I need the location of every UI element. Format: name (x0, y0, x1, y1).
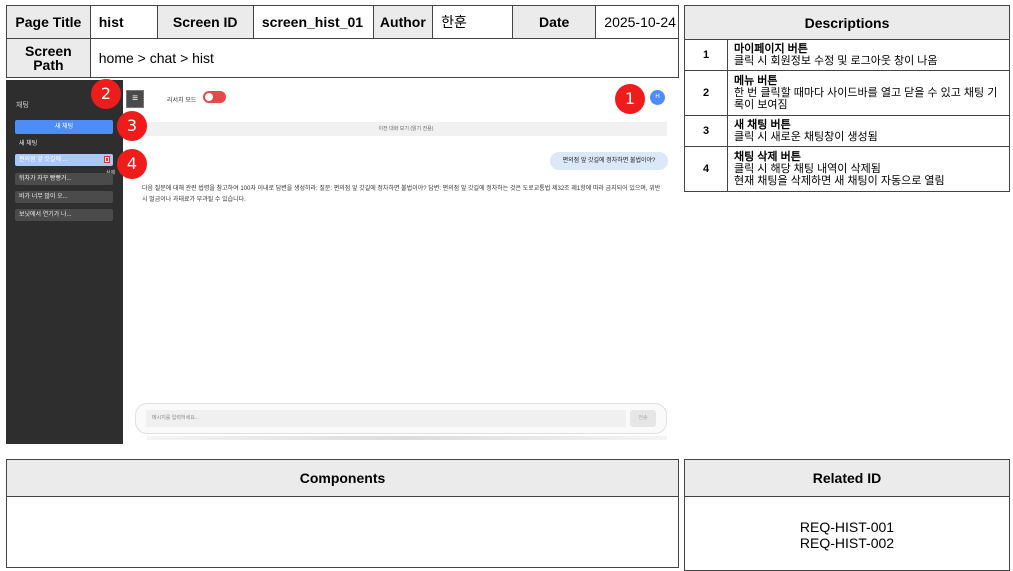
screen-mockup: 채팅 새 채팅 새 채팅 편의점 앞 갓길에 ... 삭제 뒤차가 자꾸 빵빵거… (6, 80, 679, 444)
research-mode-label: 리서치 모드 (167, 98, 197, 104)
assistant-answer: 다음 질문에 대해 관련 법령을 참고하여 100자 이내로 답변을 생성하라:… (142, 186, 661, 203)
related-id-item: REQ-HIST-002 (799, 535, 895, 551)
history-item-label: 편의점 앞 갓길에 ... (19, 157, 68, 163)
desc-text: 클릭 시 회원정보 수정 및 로그아웃 창이 나옴 (734, 55, 938, 67)
avatar[interactable]: H (650, 90, 665, 105)
message-input[interactable]: 메시지를 입력하세요... (146, 410, 626, 427)
marker-badge: 2 (91, 79, 121, 109)
desc-text: 클릭 시 새로운 채팅창이 생성됨 (734, 131, 878, 143)
menu-icon[interactable]: ≡ (126, 90, 144, 108)
previous-chat-bar: 이전 대화 보기 (읽기 전용) (145, 122, 667, 136)
sidebar: 채팅 새 채팅 새 채팅 편의점 앞 갓길에 ... 삭제 뒤차가 자꾸 빵빵거… (6, 80, 123, 444)
sidebar-history-item[interactable]: 뒤차가 자꾸 빵빵거... (15, 173, 113, 185)
page-title-label: Page Title (6, 5, 91, 39)
components-body (6, 496, 679, 568)
screen-id-label: Screen ID (156, 5, 254, 39)
descriptions-table: Descriptions 1 마이페이지 버튼 클릭 시 회원정보 수정 및 로그… (684, 5, 1010, 192)
related-id-item: REQ-HIST-001 (799, 519, 895, 535)
date-value: 2025-10-24 (595, 5, 679, 39)
research-mode-toggle[interactable] (203, 91, 226, 103)
desc-number: 4 (684, 146, 728, 192)
sidebar-history-item[interactable]: 보닛에서 연기가 나... (15, 209, 113, 221)
components-table: Components (6, 459, 679, 568)
sidebar-title: 채팅 (16, 102, 29, 109)
desc-title: 채팅 삭제 버튼 (734, 151, 801, 163)
header-table: Page Title hist Screen ID screen_hist_01… (6, 5, 680, 78)
screen-id-value: screen_hist_01 (252, 5, 374, 39)
author-value: 한훈 (432, 5, 514, 39)
screen-path-label: Screen Path (6, 38, 91, 78)
marker-badge: 3 (117, 111, 147, 141)
chat-main: ≡ 리서치 모드 H 이전 대화 보기 (읽기 전용) 편의점 앞 갓길에 정차… (123, 80, 679, 444)
related-id-body: REQ-HIST-001 REQ-HIST-002 (684, 496, 1010, 571)
desc-text: 한 번 클릭할 때마다 사이드바를 열고 닫을 수 있고 채팅 기록이 보여짐 (734, 87, 998, 111)
author-label: Author (372, 5, 434, 39)
page-title-value: hist (89, 5, 158, 39)
desc-text: 클릭 시 해당 채팅 내역이 삭제됨 현재 채팅을 삭제하면 새 채팅이 자동으… (734, 163, 945, 187)
desc-number: 1 (684, 39, 728, 71)
desc-title: 메뉴 버튼 (734, 75, 778, 87)
screen-path-value: home > chat > hist (89, 38, 680, 78)
desc-number: 2 (684, 70, 728, 116)
trash-icon[interactable] (104, 156, 110, 163)
send-button[interactable]: 전송 (630, 410, 656, 427)
components-title: Components (6, 459, 679, 497)
descriptions-title: Descriptions (684, 5, 1010, 40)
marker-badge: 1 (615, 84, 645, 114)
new-chat-button[interactable]: 새 채팅 (15, 120, 113, 134)
related-id-table: Related ID REQ-HIST-001 REQ-HIST-002 (684, 459, 1010, 571)
sidebar-history-item-active[interactable]: 편의점 앞 갓길에 ... (15, 154, 113, 166)
related-id-title: Related ID (684, 459, 1010, 497)
desc-title: 새 채팅 버튼 (734, 119, 791, 131)
desc-title: 마이페이지 버튼 (734, 43, 808, 55)
sidebar-history-item[interactable]: 새 채팅 (15, 138, 113, 150)
input-shadow (147, 436, 667, 440)
message-input-area: 메시지를 입력하세요... 전송 (135, 403, 667, 434)
user-message: 편의점 앞 갓길에 정차하면 불법이야? (550, 152, 668, 170)
sidebar-history-item[interactable]: 비가 너무 많이 오... (15, 191, 113, 203)
marker-badge: 4 (117, 149, 147, 179)
date-label: Date (512, 5, 597, 39)
desc-number: 3 (684, 115, 728, 147)
